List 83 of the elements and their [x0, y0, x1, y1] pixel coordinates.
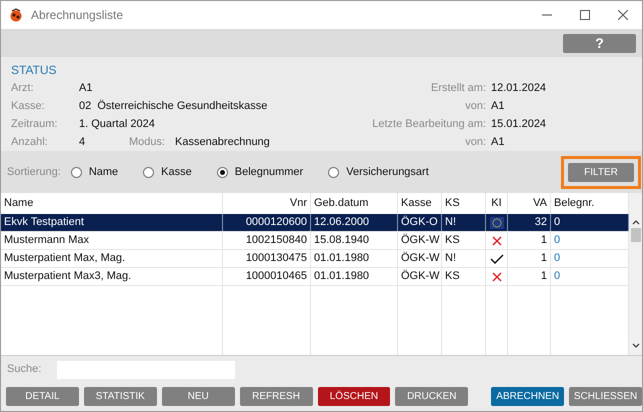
table-cell-text: ÖGK-O — [401, 214, 438, 230]
close-icon[interactable] — [618, 10, 628, 20]
table-cell-text: 1 — [540, 251, 547, 266]
field-label: Arzt: — [11, 80, 35, 96]
table-cell-text: Musterpatient Max, Mag. — [4, 251, 126, 266]
table-cell-text: Musterpatient Max3, Mag. — [4, 269, 132, 284]
table-cell-text: 1 — [540, 269, 547, 284]
check-icon — [490, 254, 504, 264]
sort-label: Sortierung: — [7, 164, 61, 180]
action-button[interactable]: LÖSCHEN — [318, 386, 390, 406]
table-row[interactable]: Musterpatient Max3, Mag. 1000010465 01.01.1980 ÖGK-W KS 1 0 — [1, 268, 629, 286]
table-cell-text: 0 — [554, 269, 560, 284]
table-cell-text: 1002150840 — [246, 233, 307, 248]
search-label: Suche: — [7, 362, 42, 378]
table-cell-text: KS — [445, 233, 460, 248]
field-label: von: — [464, 134, 487, 150]
table-cell-text: 1000130475 — [246, 251, 307, 266]
radio-button[interactable] — [216, 166, 228, 178]
field-value: A1 — [491, 98, 504, 114]
field-label: Kasse: — [11, 98, 46, 114]
table-cell-text: ÖGK-W — [401, 232, 440, 248]
field-value: 15.01.2024 — [491, 116, 546, 132]
radio-button[interactable] — [70, 166, 82, 178]
table-cell-text: 0 — [554, 215, 560, 230]
stars-flag-icon — [490, 216, 504, 228]
table-cell-text: 1 — [540, 233, 547, 248]
field-label: von: — [464, 98, 487, 114]
table-cell-text: KS — [445, 269, 460, 284]
action-button[interactable]: SCHLIESSEN — [569, 386, 642, 406]
field-value: 12.01.2024 — [491, 80, 546, 96]
window-title: Abrechnungsliste — [31, 7, 124, 24]
table-cell-text: ÖGK-W — [401, 268, 440, 284]
table-cell-text: Ekvk Testpatient — [4, 215, 84, 230]
table-cell-text: N! — [445, 215, 456, 230]
table-cell-text: 0 — [554, 233, 560, 248]
field-value: 4 — [79, 134, 86, 150]
field-label: Modus: — [129, 134, 166, 150]
field-label: Erstellt am: — [430, 80, 487, 96]
radio-button[interactable] — [328, 166, 340, 178]
field-value: 1. Quartal 2024 — [79, 116, 155, 132]
action-button[interactable]: REFRESH — [240, 386, 312, 406]
table-cell-text: 32 — [534, 215, 547, 230]
table-cell-text: 0 — [554, 251, 560, 266]
radio-button[interactable] — [143, 166, 154, 178]
table-row[interactable]: Mustermann Max 1002150840 15.08.1940 ÖGK-W KS 1 0 — [1, 232, 629, 250]
radio-label[interactable]: Belegnummer — [234, 164, 304, 180]
field-label: Anzahl: — [11, 134, 49, 150]
filter-button[interactable]: FILTER — [568, 162, 634, 182]
field-label: Zeitraum: — [11, 116, 58, 132]
section-heading: STATUS — [11, 62, 58, 79]
help-button[interactable]: ? — [563, 34, 636, 52]
scroll-up-icon[interactable] — [632, 219, 640, 225]
action-button[interactable]: DETAIL — [6, 386, 79, 406]
action-button[interactable]: ABRECHNEN — [491, 386, 564, 406]
table-row[interactable]: Ekvk Testpatient 0000120600 12.06.2000 ÖGK-O N! 32 0 — [1, 214, 629, 232]
field-label: Letzte Bearbeitung am: — [371, 116, 487, 132]
scroll-thumb[interactable] — [630, 228, 640, 242]
scrollbar[interactable] — [629, 193, 642, 355]
cross-icon — [492, 272, 502, 282]
action-button[interactable]: DRUCKEN — [395, 386, 468, 406]
scroll-down-icon[interactable] — [632, 343, 640, 349]
field-value: A1 — [491, 134, 504, 150]
table-cell-text: 01.01.1980 — [314, 269, 370, 284]
field-value: A1 — [79, 80, 92, 96]
app-logo-icon — [9, 8, 23, 22]
table-cell-text: Mustermann Max — [4, 233, 89, 248]
table-cell-text: N! — [445, 251, 456, 266]
action-button[interactable]: NEU — [162, 386, 235, 406]
table-cell-text: 1000010465 — [246, 269, 307, 284]
table-cell-text: 15.08.1940 — [314, 233, 370, 248]
radio-label[interactable]: Name — [88, 164, 118, 180]
field-value: 02 Österreichische Gesundheitskasse — [79, 98, 268, 114]
maximize-icon[interactable] — [580, 10, 590, 20]
cross-icon — [492, 236, 502, 246]
radio-label[interactable]: Versicherungsart — [346, 164, 429, 180]
table-cell-text: ÖGK-W — [401, 250, 440, 266]
table-cell-text: 0000120600 — [246, 215, 307, 230]
radio-label[interactable]: Kasse — [161, 164, 192, 180]
table-row[interactable]: Musterpatient Max, Mag. 1000130475 01.01.1980 ÖGK-W N! 1 0 — [1, 250, 629, 268]
field-value: Kassenabrechnung — [175, 134, 270, 150]
action-button[interactable]: STATISTIK — [84, 386, 157, 406]
table-cell-text: 01.01.1980 — [314, 251, 370, 266]
table-cell-text: 12.06.2000 — [314, 215, 370, 230]
